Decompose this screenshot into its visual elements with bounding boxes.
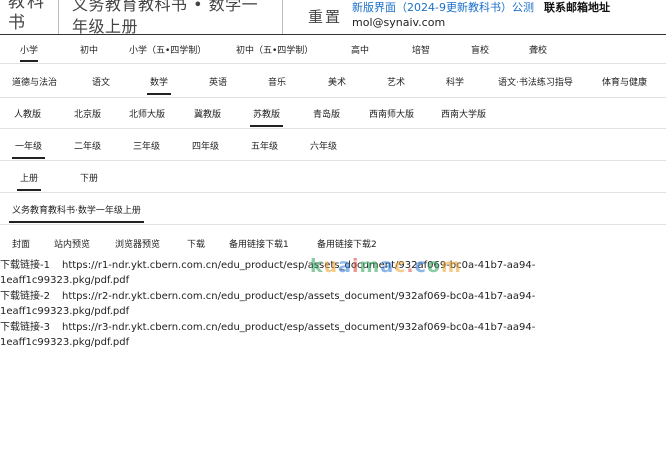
subject-tabs: 道德与法治 语文 数学 英语 音乐 美术 艺术 科学 语文·书法练习指导 体育与… [0, 63, 666, 98]
tab-grade-4[interactable]: 四年级 [192, 139, 219, 152]
download-link-url-cont[interactable]: 1eaff1c99323.pkg/pdf.pdf [0, 306, 129, 317]
site-logo[interactable]: 教科书 [8, 0, 48, 34]
download-link-label: 下载链接-3 [0, 322, 50, 333]
download-link-url[interactable]: https://r2-ndr.ykt.cbern.com.cn/edu_prod… [62, 291, 535, 302]
contact-email-label: 联系邮箱地址 [543, 1, 610, 14]
reset-button[interactable]: 重置 [308, 6, 342, 27]
tab-level-blind[interactable]: 盲校 [471, 43, 489, 56]
tab-publisher-swu[interactable]: 西南大学版 [441, 107, 486, 120]
browser-preview-button[interactable]: 浏览器预览 [115, 237, 160, 250]
download-link-item: 下载链接-2 https://r2-ndr.ykt.cbern.com.cn/ed… [0, 289, 535, 319]
tab-subject-morality[interactable]: 道德与法治 [12, 75, 57, 88]
tab-subject-science[interactable]: 科学 [446, 75, 464, 88]
term-tabs: 上册 下册 [0, 160, 666, 193]
top-header: 教科书 义务教育教科书 • 数学一年级上册 重置 新版界面（2024-9更新教科… [0, 0, 666, 36]
download-link-url[interactable]: https://r3-ndr.ykt.cbern.com.cn/edu_prod… [62, 322, 535, 333]
tab-level-primary-54[interactable]: 小学（五•四学制） [129, 43, 206, 56]
tab-subject-english[interactable]: 英语 [209, 75, 227, 88]
download-link-url-cont[interactable]: 1eaff1c99323.pkg/pdf.pdf [0, 275, 129, 286]
tab-subject-calligraphy[interactable]: 语文·书法练习指导 [498, 75, 573, 88]
backup-download-1-button[interactable]: 备用链接下载1 [229, 237, 289, 250]
download-link-item: 下载链接-3 https://r3-ndr.ykt.cbern.com.cn/ed… [0, 320, 535, 350]
backup-download-2-button[interactable]: 备用链接下载2 [317, 237, 377, 250]
cover-button[interactable]: 封面 [12, 237, 30, 250]
publisher-tabs: 人教版 北京版 北师大版 冀教版 苏教版 青岛版 西南师大版 西南大学版 [0, 97, 666, 129]
tab-level-deaf[interactable]: 聋校 [529, 43, 547, 56]
tab-level-senior[interactable]: 高中 [351, 43, 369, 56]
header-divider [282, 0, 283, 34]
tab-publisher-swnu[interactable]: 西南师大版 [369, 107, 414, 120]
tab-grade-2[interactable]: 二年级 [74, 139, 101, 152]
page-title: 义务教育教科书 • 数学一年级上册 [72, 0, 259, 36]
tab-level-junior[interactable]: 初中 [80, 43, 98, 56]
tab-term-second[interactable]: 下册 [80, 171, 98, 184]
tab-grade-5[interactable]: 五年级 [251, 139, 278, 152]
tab-level-junior-54[interactable]: 初中（五•四学制） [236, 43, 313, 56]
tab-subject-arts[interactable]: 艺术 [387, 75, 405, 88]
tab-publisher-pep[interactable]: 人教版 [14, 107, 41, 120]
tab-publisher-jiangsu[interactable]: 苏教版 [249, 107, 284, 127]
tab-subject-music[interactable]: 音乐 [268, 75, 286, 88]
download-link-url[interactable]: https://r1-ndr.ykt.cbern.com.cn/edu_prod… [62, 260, 535, 271]
tab-publisher-qingdao[interactable]: 青岛版 [313, 107, 340, 120]
download-button[interactable]: 下载 [187, 237, 205, 250]
download-link-label: 下载链接-2 [0, 291, 50, 302]
tab-subject-chinese[interactable]: 语文 [92, 75, 110, 88]
tab-publisher-bnu[interactable]: 北师大版 [129, 107, 165, 120]
tab-level-special[interactable]: 培智 [412, 43, 430, 56]
tab-grade-3[interactable]: 三年级 [133, 139, 160, 152]
tab-grade-1[interactable]: 一年级 [11, 139, 46, 159]
watermark-logo: kuaimac.com [310, 255, 462, 277]
tab-level-primary[interactable]: 小学 [20, 43, 39, 62]
new-ui-link[interactable]: 新版界面（2024-9更新教科书）公测 [352, 1, 534, 14]
download-link-url-cont[interactable]: 1eaff1c99323.pkg/pdf.pdf [0, 337, 129, 348]
contact-email[interactable]: mol@synaiv.com [352, 15, 610, 30]
grade-tabs: 一年级 二年级 三年级 四年级 五年级 六年级 [0, 128, 666, 161]
tab-publisher-beijing[interactable]: 北京版 [74, 107, 101, 120]
tab-subject-math[interactable]: 数学 [146, 75, 172, 95]
level-tabs: 小学 初中 小学（五•四学制） 初中（五•四学制） 高中 培智 盲校 聋校 [0, 34, 666, 64]
tab-subject-art[interactable]: 美术 [328, 75, 346, 88]
header-divider [58, 0, 59, 34]
book-list: 义务教育教科书·数学一年级上册 [0, 192, 666, 225]
tab-subject-pe[interactable]: 体育与健康 [602, 75, 647, 88]
tab-grade-6[interactable]: 六年级 [310, 139, 337, 152]
book-item[interactable]: 义务教育教科书·数学一年级上册 [9, 203, 144, 223]
header-info: 新版界面（2024-9更新教科书）公测 联系邮箱地址 mol@synaiv.com [352, 0, 610, 30]
site-preview-button[interactable]: 站内预览 [54, 237, 90, 250]
tab-publisher-hebei[interactable]: 冀教版 [194, 107, 221, 120]
download-link-label: 下载链接-1 [0, 260, 50, 271]
tab-term-first[interactable]: 上册 [16, 171, 42, 191]
